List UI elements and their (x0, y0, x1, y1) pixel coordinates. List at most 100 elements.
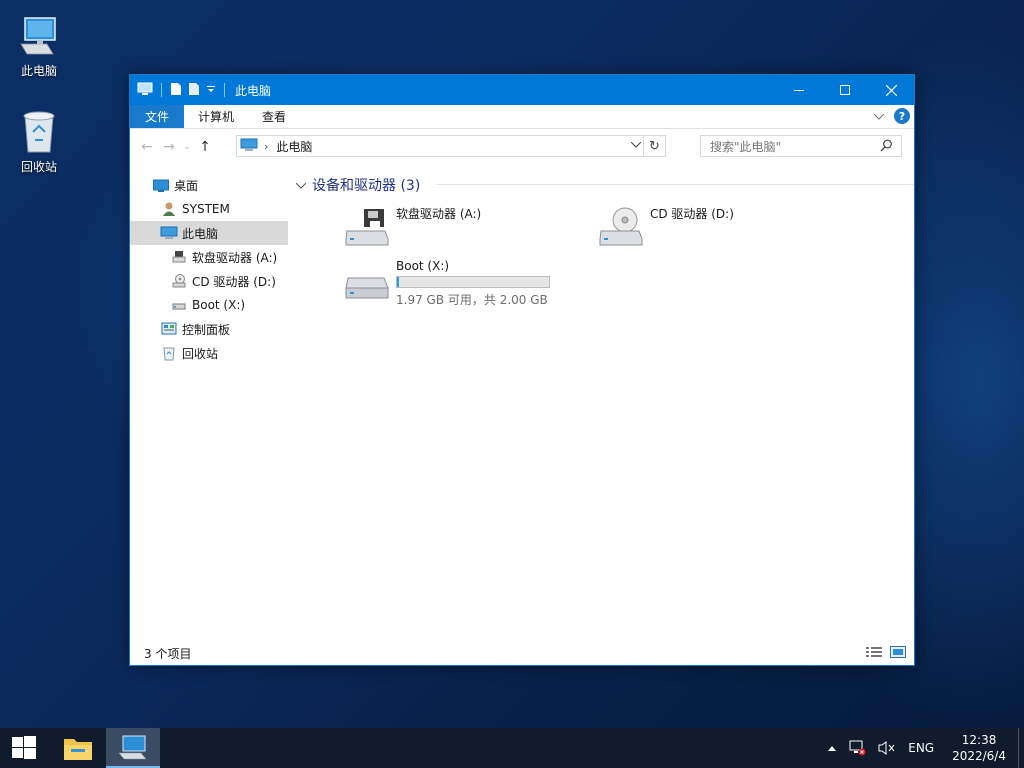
windows-logo-icon (12, 736, 36, 759)
drive-name: CD 驱动器 (D:) (650, 207, 734, 221)
refresh-button[interactable]: ↻ (643, 136, 665, 156)
nav-item-label: 桌面 (174, 178, 199, 193)
network-icon[interactable] (842, 740, 872, 756)
title-bar[interactable]: 此电脑 (130, 75, 914, 105)
drive-name: 软盘驱动器 (A:) (396, 207, 482, 221)
taskbar-this-pc-window[interactable] (106, 728, 160, 768)
show-desktop-button[interactable] (1018, 728, 1024, 768)
content-pane: 设备和驱动器 (3) 软盘驱动器 (A:) CD 驱动器 (D:) Boot (… (290, 171, 914, 641)
search-icon[interactable] (880, 139, 893, 155)
clock-date: 2022/6/4 (952, 749, 1006, 763)
breadcrumb-chevron-icon[interactable]: › (264, 140, 268, 153)
collapse-chevron-icon[interactable] (295, 179, 307, 192)
help-icon[interactable]: ? (894, 108, 910, 124)
computer-icon (160, 226, 178, 240)
cd-drive-icon (170, 274, 188, 288)
back-button[interactable]: ← (136, 139, 158, 155)
drive-tile-boot[interactable]: Boot (X:) 1.97 GB 可用，共 2.00 GB (342, 259, 550, 311)
drive-icon (170, 299, 188, 311)
separator (161, 83, 162, 97)
tab-file[interactable]: 文件 (130, 105, 185, 128)
clock-time: 12:38 (961, 733, 997, 747)
user-folder-icon (160, 201, 178, 217)
tab-view[interactable]: 查看 (248, 105, 300, 128)
separator (224, 83, 225, 97)
details-view-icon[interactable] (866, 646, 882, 661)
tab-computer[interactable]: 计算机 (184, 105, 248, 128)
group-header-devices[interactable]: 设备和驱动器 (3) (295, 175, 421, 195)
nav-item-boot[interactable]: Boot (X:) (130, 293, 288, 317)
taskbar-file-explorer[interactable] (54, 728, 102, 768)
volume-muted-icon[interactable] (872, 740, 902, 756)
new-folder-icon[interactable] (188, 82, 200, 99)
explorer-window: 此电脑 文件 计算机 查看 ? ← → ⌄ ↑ › 此电脑 ↻ 搜索"此电脑" … (129, 74, 915, 666)
large-icons-view-icon[interactable] (890, 646, 906, 661)
item-count: 3 个项目 (144, 646, 192, 661)
floppy-drive-icon (170, 250, 188, 264)
desktop-icon-this-pc[interactable]: 此电脑 (4, 10, 74, 79)
drive-usage-fill (397, 277, 400, 287)
search-placeholder: 搜索"此电脑" (710, 139, 782, 154)
drive-usage-text: 1.97 GB 可用，共 2.00 GB (396, 293, 548, 307)
recycle-bin-icon (160, 345, 178, 361)
taskbar: ENG 12:38 2022/6/4 (0, 728, 1024, 768)
cd-drive-icon (596, 205, 646, 249)
up-button[interactable]: ↑ (194, 139, 216, 155)
input-language[interactable]: ENG (902, 741, 940, 755)
computer-icon (137, 82, 153, 99)
nav-item-floppy[interactable]: 软盘驱动器 (A:) (130, 245, 288, 269)
control-panel-icon (160, 322, 178, 336)
start-button[interactable] (0, 728, 48, 768)
window-title: 此电脑 (235, 83, 272, 98)
clock[interactable]: 12:38 2022/6/4 (940, 732, 1018, 764)
properties-icon[interactable] (170, 82, 182, 99)
navigation-pane: 桌面 SYSTEM 此电脑 软盘驱动器 (A:) CD 驱动器 (D:) Boo… (130, 171, 288, 641)
search-box[interactable]: 搜索"此电脑" (700, 135, 902, 157)
nav-item-label: SYSTEM (182, 202, 230, 216)
breadcrumb-this-pc[interactable]: 此电脑 (276, 138, 312, 155)
computer-icon (240, 138, 258, 155)
nav-item-system[interactable]: SYSTEM (130, 197, 288, 221)
nav-item-label: 回收站 (182, 346, 219, 361)
group-divider (436, 184, 914, 185)
status-bar: 3 个项目 (130, 641, 914, 665)
nav-item-desktop[interactable]: 桌面 (130, 173, 288, 197)
ribbon-tabs: 文件 计算机 查看 ? (130, 105, 914, 129)
drive-usage-bar (396, 276, 550, 288)
close-icon (885, 84, 897, 96)
address-bar[interactable]: › 此电脑 ↻ (236, 135, 666, 157)
folder-icon (64, 739, 92, 760)
desktop-icon-label: 回收站 (20, 160, 57, 174)
nav-item-label: 此电脑 (182, 226, 219, 241)
desktop-icon-recycle-bin[interactable]: 回收站 (4, 106, 74, 175)
minimize-button[interactable] (776, 75, 822, 105)
expand-ribbon-chevron-icon[interactable] (873, 109, 885, 123)
drive-tile-cd[interactable]: CD 驱动器 (D:) (596, 205, 734, 249)
nav-item-label: 软盘驱动器 (A:) (192, 250, 278, 265)
recycle-bin-icon (4, 106, 74, 154)
close-button[interactable] (868, 75, 914, 105)
forward-button[interactable]: → (158, 139, 180, 155)
quick-access-toolbar (130, 82, 227, 99)
nav-item-control-panel[interactable]: 控制面板 (130, 317, 288, 341)
show-hidden-icons-icon[interactable] (822, 745, 842, 751)
desktop-icon (152, 179, 170, 192)
drive-icon (342, 267, 392, 311)
customize-qat-chevron-icon[interactable] (206, 83, 216, 97)
nav-item-this-pc[interactable]: 此电脑 (130, 221, 288, 245)
recent-locations-chevron-icon[interactable]: ⌄ (180, 142, 194, 152)
maximize-button[interactable] (822, 75, 868, 105)
group-title: 设备和驱动器 (3) (312, 178, 421, 194)
nav-item-recycle-bin[interactable]: 回收站 (130, 341, 288, 365)
computer-icon (118, 735, 147, 760)
navigation-bar: ← → ⌄ ↑ › 此电脑 ↻ 搜索"此电脑" (130, 129, 914, 165)
maximize-icon (840, 85, 850, 95)
address-dropdown-icon[interactable] (630, 138, 642, 151)
floppy-drive-icon (342, 205, 392, 249)
drive-name: Boot (X:) (396, 259, 450, 273)
system-tray: ENG 12:38 2022/6/4 (822, 728, 1024, 768)
drive-tile-floppy[interactable]: 软盘驱动器 (A:) (342, 205, 481, 249)
nav-item-cd-drive[interactable]: CD 驱动器 (D:) (130, 269, 288, 293)
nav-item-label: Boot (X:) (192, 298, 246, 312)
nav-item-label: CD 驱动器 (D:) (192, 274, 276, 289)
